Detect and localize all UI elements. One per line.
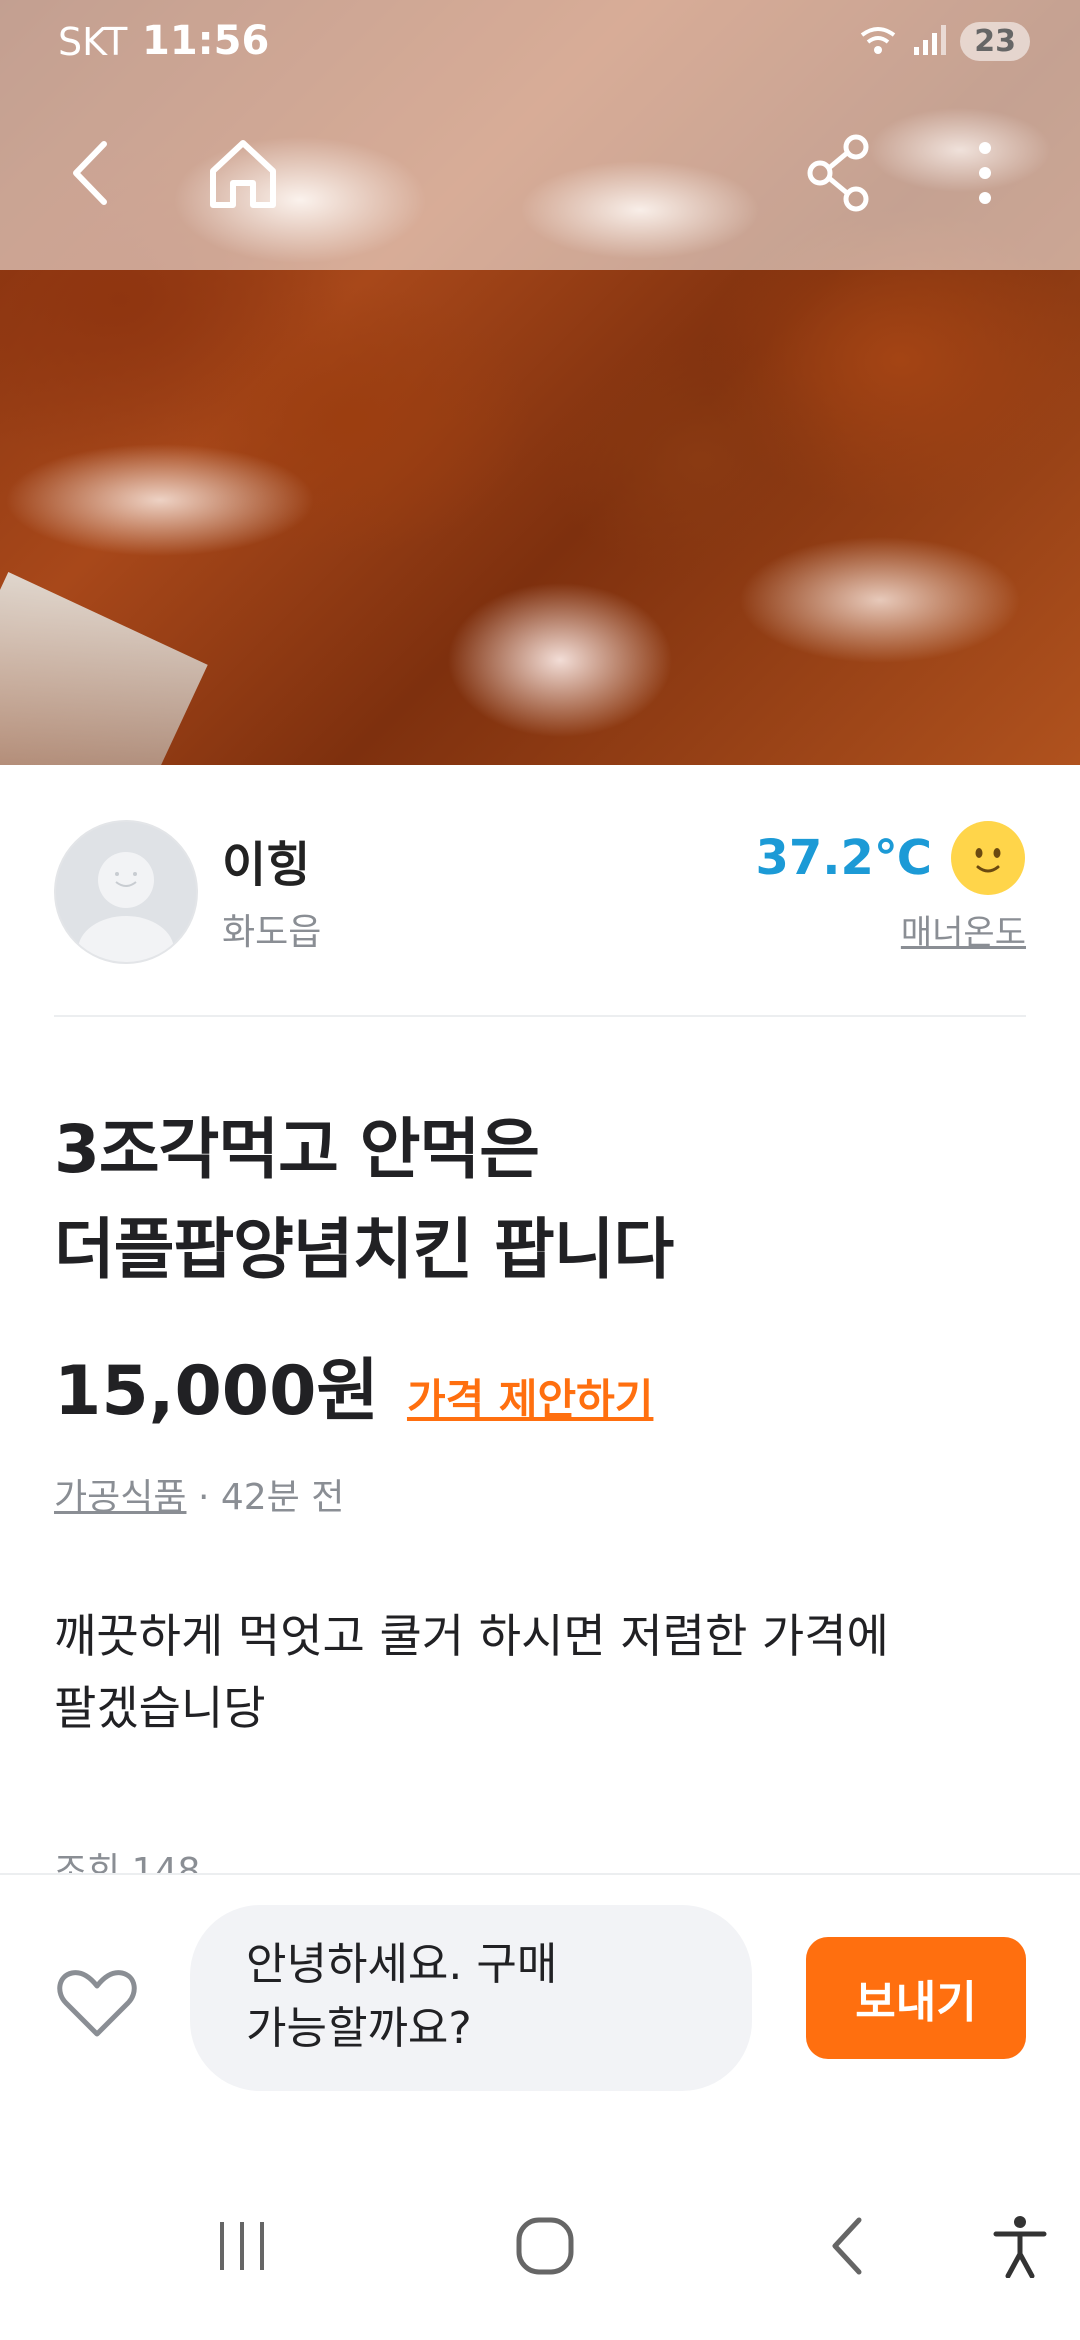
bottom-action-bar: 안녕하세요. 구매 가능할까요? 보내기: [0, 1873, 1080, 2155]
clock: 11:56: [142, 18, 270, 64]
quick-message-input[interactable]: 안녕하세요. 구매 가능할까요?: [190, 1905, 752, 2091]
manner-temperature-link[interactable]: 매너온도: [901, 905, 1026, 954]
system-nav-bar: [0, 2153, 1080, 2340]
back-button[interactable]: [44, 130, 134, 220]
system-back-button[interactable]: [808, 2208, 888, 2288]
system-home-button[interactable]: [505, 2208, 585, 2288]
divider: [54, 1015, 1026, 1017]
post-title-line2: 더플팝양념치킨 팝니다: [54, 1211, 674, 1288]
seller-location: 화도읍: [222, 912, 322, 953]
signal-icon: [912, 23, 947, 61]
description-line1: 깨끗하게 먹엇고 쿨거 하시면 저렴한 가격에: [54, 1609, 889, 1663]
home-button[interactable]: [198, 130, 288, 220]
home-icon: [203, 133, 283, 217]
back-arrow-icon: [823, 2214, 873, 2282]
avatar[interactable]: [54, 820, 198, 964]
post-description: 깨끗하게 먹엇고 쿨거 하시면 저렴한 가격에 팔겠습니당: [54, 1600, 1026, 1744]
post-meta: 가공식품 · 42분 전: [54, 1468, 344, 1520]
price-offer-link[interactable]: 가격 제안하기: [407, 1366, 653, 1427]
send-button[interactable]: 보내기: [806, 1937, 1026, 2059]
recent-apps-icon: [212, 2216, 272, 2280]
description-line2: 팔겠습니당: [54, 1681, 266, 1735]
manner-temperature: 37.2℃: [755, 830, 932, 886]
smile-face-icon: [950, 820, 1026, 896]
share-button[interactable]: [794, 130, 884, 220]
share-icon: [804, 133, 874, 217]
battery-icon: 23: [960, 22, 1030, 61]
status-bar: SKT 11:56 23: [0, 0, 1080, 90]
accessibility-icon: [990, 2214, 1050, 2282]
category-link[interactable]: 가공식품: [54, 1477, 186, 1518]
posted-time: · 42분 전: [197, 1477, 345, 1518]
accessibility-button[interactable]: [980, 2208, 1060, 2288]
seller-profile[interactable]: 이힝 화도읍 37.2℃ 매너온도: [0, 765, 1080, 1020]
message-line1: 안녕하세요. 구매: [246, 1939, 558, 1990]
price-row: 15,000원 가격 제안하기: [54, 1335, 653, 1434]
chevron-left-icon: [64, 138, 114, 212]
system-icons: 23: [858, 22, 1030, 61]
wifi-icon: [858, 23, 898, 61]
message-line2: 가능할까요?: [246, 2003, 472, 2054]
more-button[interactable]: [940, 130, 1030, 220]
carrier-label: SKT: [58, 20, 128, 64]
post-title: 3조각먹고 안먹은 더플팝양념치킨 팝니다: [54, 1100, 1026, 1300]
heart-icon: [54, 1970, 140, 2050]
product-image[interactable]: [0, 0, 1080, 765]
plate-edge: [0, 571, 208, 765]
seller-name[interactable]: 이힝: [222, 825, 310, 895]
home-circle-icon: [513, 2214, 577, 2282]
like-button[interactable]: [54, 1960, 140, 2046]
more-vertical-icon: [975, 138, 995, 212]
recent-apps-button[interactable]: [202, 2208, 282, 2288]
post-title-line1: 3조각먹고 안먹은: [54, 1111, 540, 1188]
price: 15,000원: [54, 1352, 379, 1431]
